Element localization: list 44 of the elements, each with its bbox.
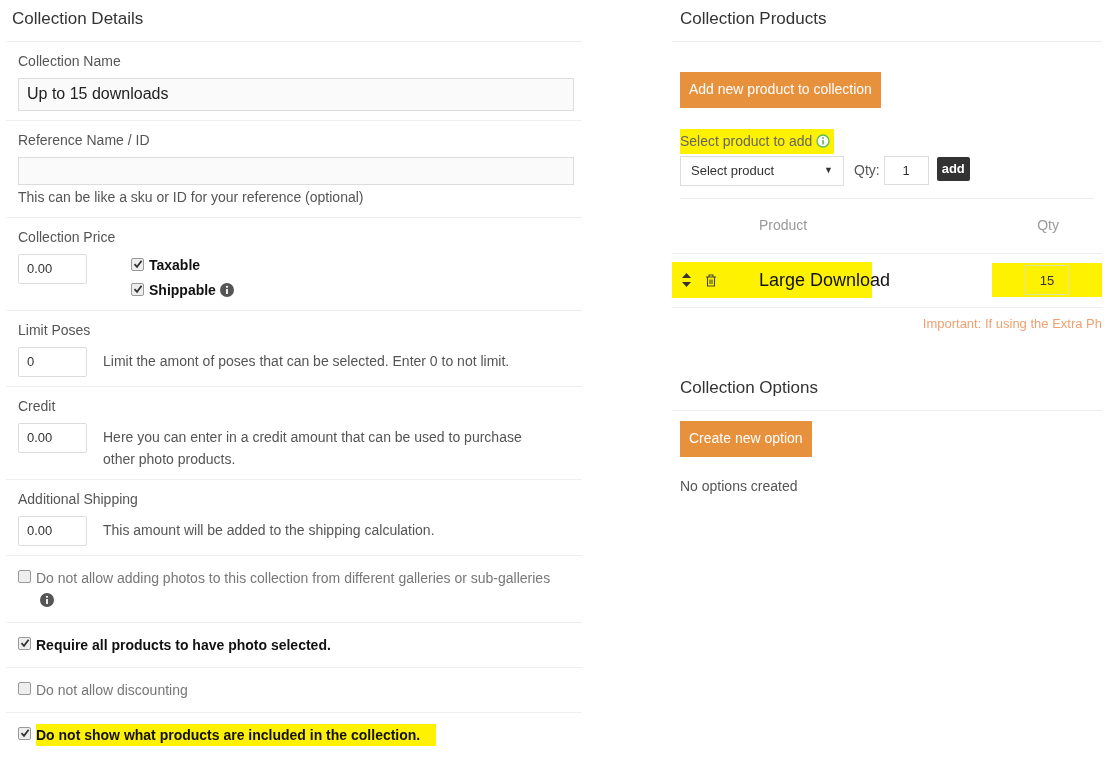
- checkbox-label: Shippable: [149, 279, 234, 301]
- reference-field[interactable]: [18, 156, 574, 185]
- number-field[interactable]: 0.00: [18, 515, 87, 546]
- price-field[interactable]: 0.00: [18, 253, 87, 284]
- checkbox[interactable]: [18, 569, 31, 583]
- qty-field[interactable]: 1: [883, 156, 929, 185]
- option-label: Do not show what products are included in the collection.: [36, 723, 437, 746]
- select-label: Select product to add: [680, 128, 835, 154]
- option-label: Do not allow discounting: [36, 680, 188, 700]
- trash-icon[interactable]: [705, 273, 717, 287]
- column-header: Qty: [1037, 216, 1059, 235]
- checkbox-label: Taxable: [149, 255, 201, 275]
- note-text: Important: If using the Extra Ph: [921, 314, 1102, 333]
- checkbox[interactable]: [18, 636, 31, 650]
- option-label: Do not allow adding photos to this collection from different galleries or sub-galleries: [36, 566, 551, 611]
- help-text: This can be like a sku or ID for your reference (optional): [18, 187, 365, 207]
- checkbox[interactable]: [131, 257, 144, 271]
- field-label: Limit Poses: [18, 320, 92, 340]
- collection-name-field[interactable]: Up to 15 downloads: [18, 77, 574, 111]
- empty-message: No options created: [680, 476, 799, 496]
- field-label: Credit: [18, 396, 57, 416]
- section-title: Collection Options: [672, 375, 1102, 411]
- add-button[interactable]: add: [936, 156, 970, 181]
- help-text: Limit the amont of poses that can be selected. Enter 0 to not limit.: [103, 351, 511, 371]
- field-label: Reference Name / ID: [18, 130, 151, 150]
- field-label: Collection Name: [18, 51, 122, 71]
- help-text: This amount will be added to the shipping calculation.: [103, 520, 436, 540]
- section-title: Collection Details: [6, 0, 582, 42]
- checkbox[interactable]: [18, 726, 31, 740]
- reorder-icon[interactable]: [682, 273, 691, 287]
- checkbox[interactable]: [18, 681, 31, 695]
- qty-field[interactable]: 15: [1025, 265, 1069, 295]
- option-label: Require all products to have photo selected.: [36, 635, 331, 655]
- help-text: Here you can enter in a credit amount that can be used to purchase other photo products.: [103, 427, 523, 469]
- field-label: Collection Price: [18, 227, 117, 247]
- checkbox[interactable]: [131, 282, 144, 296]
- section-title: Collection Products: [672, 0, 1102, 42]
- info-icon: [816, 133, 831, 148]
- product-select[interactable]: Select product ▼: [680, 155, 844, 186]
- field-label: Additional Shipping: [18, 489, 139, 509]
- number-field[interactable]: 0: [18, 346, 87, 377]
- number-field[interactable]: 0.00: [18, 422, 87, 453]
- qty-label: Qty:: [854, 161, 880, 180]
- column-header: Product: [759, 216, 808, 235]
